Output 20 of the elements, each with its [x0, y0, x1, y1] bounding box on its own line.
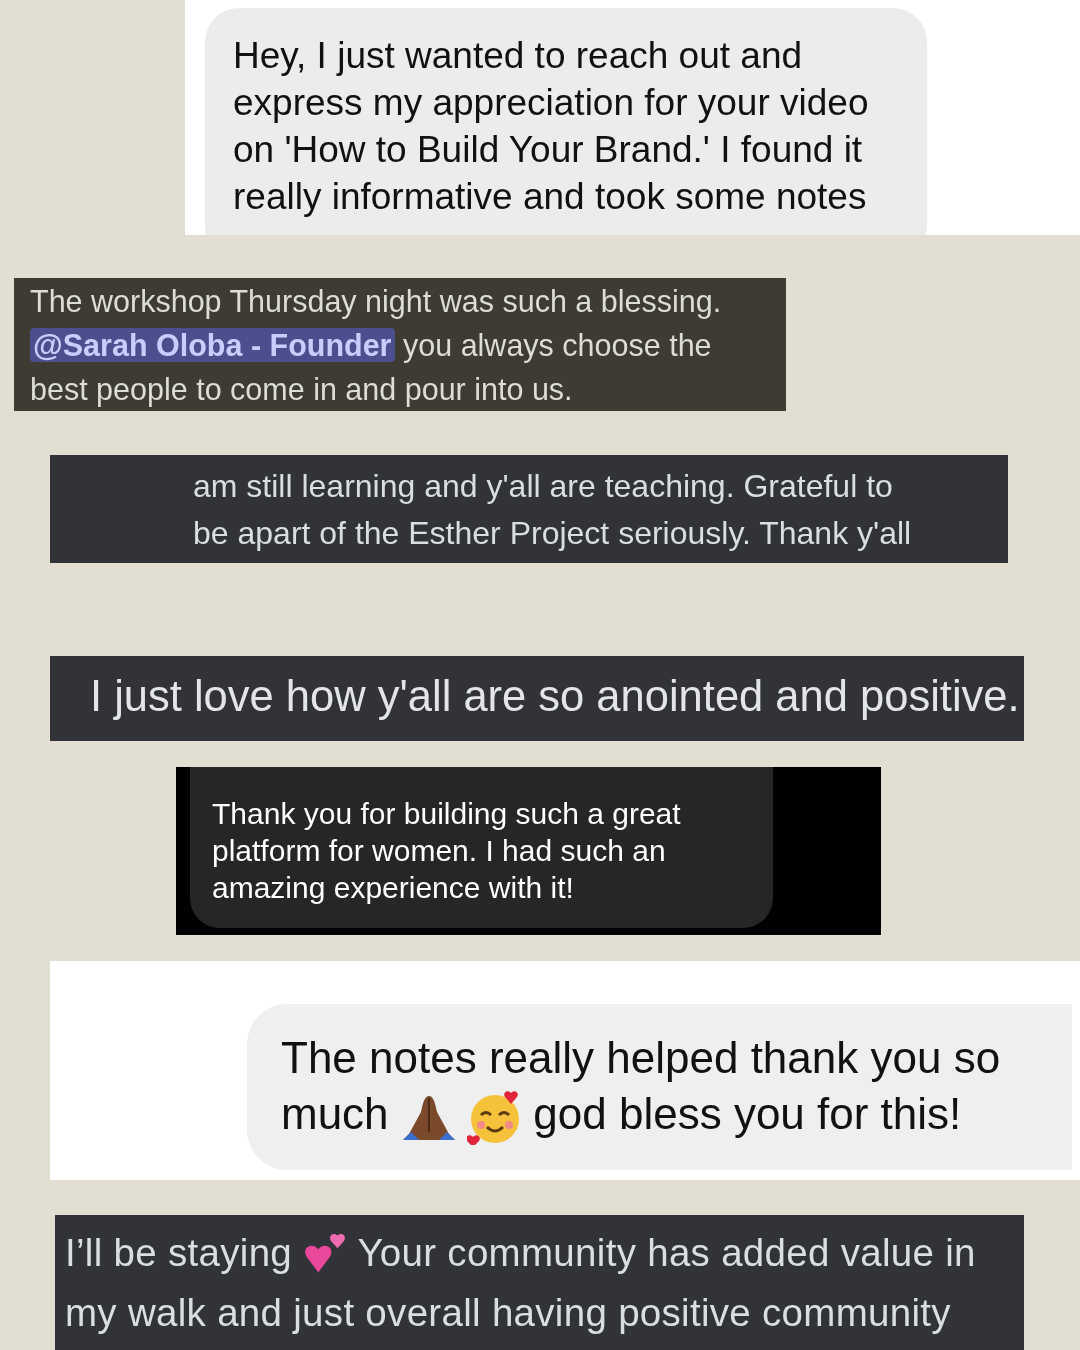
message-text: god bless you for this! — [533, 1089, 962, 1138]
message-text: be apart of the Esther Project seriously. Thank y'all — [193, 514, 912, 553]
message-text: Your community has added value in — [357, 1231, 976, 1274]
message-text: I just love how y'all are so anointed and positive. — [90, 671, 1020, 722]
user-mention[interactable]: @Sarah Oloba - Founder — [30, 328, 395, 362]
message-text: you always choose the — [403, 328, 712, 362]
message-text: really informative and took some notes — [233, 175, 867, 219]
message-text: The notes really helped thank you so — [281, 1032, 1001, 1084]
message-text: Thank you for building such a great — [212, 796, 681, 832]
message-text: best people to come in and pour into us. — [30, 371, 573, 409]
message-text: I’ll be staying — [65, 1231, 293, 1274]
message-text: platform for women. I had such an — [212, 833, 666, 869]
message-text: much — [281, 1089, 389, 1138]
message-text: Hey, I just wanted to reach out and — [233, 34, 803, 78]
message-text: am still learning and y'all are teaching. Grateful to — [193, 467, 893, 506]
message-text: on 'How to Build Your Brand.' I found it — [233, 128, 863, 172]
message-text: express my appreciation for your video — [233, 81, 869, 125]
message-text: my walk and just overall having positive community — [65, 1290, 951, 1336]
message-text: amazing experience with it! — [212, 870, 574, 906]
message-text: The workshop Thursday night was such a blessing. — [30, 283, 722, 321]
